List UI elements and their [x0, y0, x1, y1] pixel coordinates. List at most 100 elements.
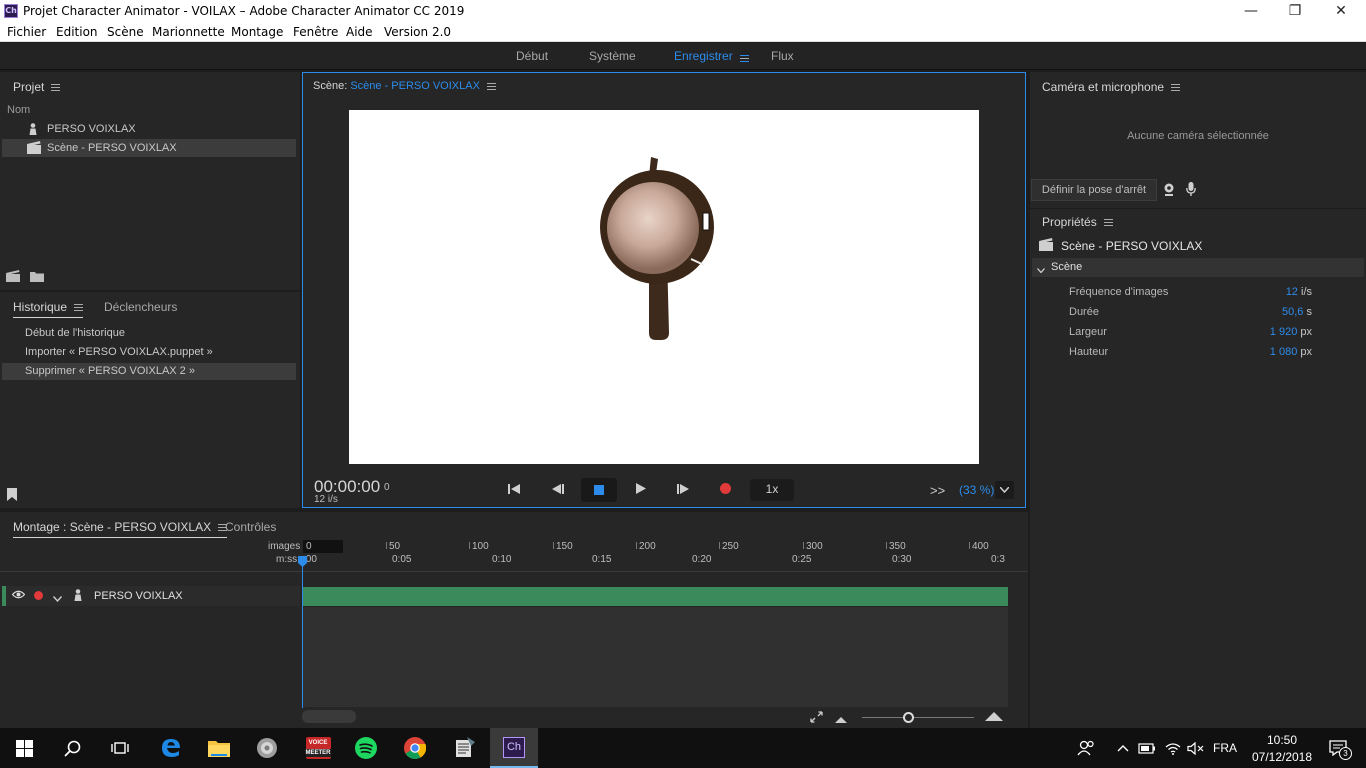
tab-declencheurs[interactable]: Déclencheurs	[104, 300, 177, 314]
new-scene-icon[interactable]	[6, 270, 20, 285]
workspace-flux[interactable]: Flux	[771, 49, 794, 63]
zoom-dropdown[interactable]	[995, 481, 1014, 499]
zoom-out-icon[interactable]	[835, 714, 847, 726]
menu-version[interactable]: Version 2.0	[384, 25, 451, 39]
scene-canvas[interactable]	[349, 110, 979, 464]
property-number[interactable]: 1 920	[1270, 326, 1298, 338]
stop-button[interactable]	[581, 478, 617, 502]
file-explorer-icon[interactable]	[195, 728, 243, 768]
panel-menu-icon[interactable]	[486, 82, 496, 90]
windows-start-icon[interactable]	[0, 728, 48, 768]
maximize-button[interactable]: ❐	[1272, 0, 1318, 22]
tab-historique[interactable]: Historique	[13, 300, 84, 318]
property-unit: i/s	[1301, 286, 1312, 298]
record-button[interactable]	[712, 480, 738, 500]
eye-icon[interactable]	[11, 590, 26, 602]
menu-montage[interactable]: Montage	[231, 25, 283, 39]
folder-icon[interactable]	[30, 271, 44, 285]
menu-fichier[interactable]: Fichier	[7, 25, 46, 39]
history-item[interactable]: Importer « PERSO VOIXLAX.puppet »	[2, 343, 296, 362]
chevron-down-icon[interactable]	[52, 593, 63, 605]
fit-icon[interactable]	[810, 711, 823, 726]
set-rest-pose-button[interactable]: Définir la pose d'arrêt	[1031, 179, 1157, 201]
chevron-up-icon[interactable]	[1112, 728, 1134, 768]
character-animator-taskbar-icon[interactable]: Ch	[490, 728, 538, 768]
scene-icon	[27, 141, 41, 157]
step-forward-button[interactable]	[670, 480, 696, 500]
playback-speed[interactable]: 1x	[750, 479, 794, 501]
step-back-button[interactable]	[545, 480, 571, 500]
menu-edition[interactable]: Edition	[56, 25, 98, 39]
minimize-button[interactable]: —	[1228, 0, 1274, 22]
property-number[interactable]: 50,6	[1282, 306, 1303, 318]
project-item[interactable]: PERSO VOIXLAX	[2, 120, 296, 139]
webcam-icon[interactable]	[1163, 183, 1175, 199]
properties-section-header[interactable]: Scène	[1032, 258, 1364, 277]
edge-browser-icon[interactable]	[147, 728, 195, 768]
panel-menu-icon[interactable]	[74, 304, 84, 312]
people-icon[interactable]	[1064, 728, 1108, 768]
play-button[interactable]	[628, 480, 654, 500]
horizontal-scrollbar[interactable]	[302, 710, 356, 723]
frame-tick: 50	[389, 541, 401, 552]
search-icon[interactable]	[48, 728, 96, 768]
app-icon-round[interactable]	[243, 728, 291, 768]
clock-date[interactable]: 07/12/2018	[1244, 750, 1320, 764]
wifi-icon[interactable]	[1161, 728, 1185, 768]
bookmark-icon[interactable]	[7, 488, 17, 504]
volume-muted-icon[interactable]	[1183, 728, 1207, 768]
menu-marionnette[interactable]: Marionnette	[152, 25, 225, 39]
documents-app-icon[interactable]	[440, 728, 488, 768]
frame-number: 0	[384, 482, 390, 493]
frame-tick: 400	[972, 541, 989, 552]
workspace-enregistrer[interactable]: Enregistrer	[674, 49, 733, 63]
panel-menu-icon[interactable]	[1171, 84, 1181, 92]
menu-aide[interactable]: Aide	[346, 25, 373, 39]
app-icon: Ch	[4, 4, 18, 18]
tab-montage[interactable]: Montage : Scène - PERSO VOIXLAX	[13, 520, 228, 538]
property-value[interactable]: 50,6 s	[1240, 306, 1312, 318]
task-view-icon[interactable]	[96, 728, 144, 768]
menu-fenetre[interactable]: Fenêtre	[293, 25, 338, 39]
battery-icon[interactable]	[1136, 728, 1158, 768]
expand-controls-button[interactable]: >>	[930, 483, 945, 498]
zoom-slider-track[interactable]	[862, 717, 974, 718]
zoom-slider-thumb[interactable]	[903, 712, 914, 723]
clock-time[interactable]: 10:50	[1244, 733, 1320, 747]
property-value[interactable]: 1 920 px	[1240, 326, 1312, 338]
history-item[interactable]: Supprimer « PERSO VOIXLAX 2 »	[2, 363, 296, 380]
project-item[interactable]: Scène - PERSO VOIXLAX	[2, 139, 296, 157]
microphone-icon[interactable]	[1186, 182, 1196, 199]
notification-count: 3	[1339, 747, 1352, 760]
workspace-systeme[interactable]: Système	[589, 49, 636, 63]
menu-scene[interactable]: Scène	[107, 25, 144, 39]
property-value[interactable]: 1 080 px	[1240, 346, 1312, 358]
panel-menu-icon[interactable]	[1103, 219, 1113, 227]
workspace-menu-icon[interactable]	[740, 52, 749, 64]
zoom-in-icon[interactable]	[985, 712, 1003, 724]
playhead-handle[interactable]	[298, 556, 307, 570]
property-number[interactable]: 12	[1286, 286, 1298, 298]
zoom-level[interactable]: (33 %)	[959, 483, 994, 497]
panel-menu-icon[interactable]	[51, 84, 61, 92]
track-area[interactable]	[303, 607, 1008, 707]
ruler-tick	[386, 542, 387, 549]
go-to-start-button[interactable]	[501, 480, 527, 500]
notifications-icon[interactable]: 3	[1318, 728, 1358, 768]
history-item[interactable]: Début de l'historique	[2, 324, 296, 343]
voicemeeter-bottom-label: MEETER	[305, 749, 331, 757]
property-number[interactable]: 1 080	[1270, 346, 1298, 358]
close-button[interactable]: ✕	[1318, 0, 1364, 22]
track-header[interactable]: PERSO VOIXLAX	[2, 586, 300, 606]
tab-controles[interactable]: Contrôles	[225, 520, 276, 534]
chrome-icon[interactable]	[391, 728, 439, 768]
language-indicator[interactable]: FRA	[1213, 741, 1237, 755]
voicemeeter-icon[interactable]: VOICE MEETER	[294, 728, 342, 768]
spotify-icon[interactable]	[342, 728, 390, 768]
workspace-bar: Début Système Enregistrer Flux	[0, 43, 1366, 70]
property-value[interactable]: 12 i/s	[1240, 286, 1312, 298]
workspace-debut[interactable]: Début	[516, 49, 548, 63]
title-bar: Ch Projet Character Animator - VOILAX – …	[0, 0, 1366, 23]
record-arm-icon[interactable]	[34, 591, 43, 603]
track-clip[interactable]	[303, 587, 1008, 606]
